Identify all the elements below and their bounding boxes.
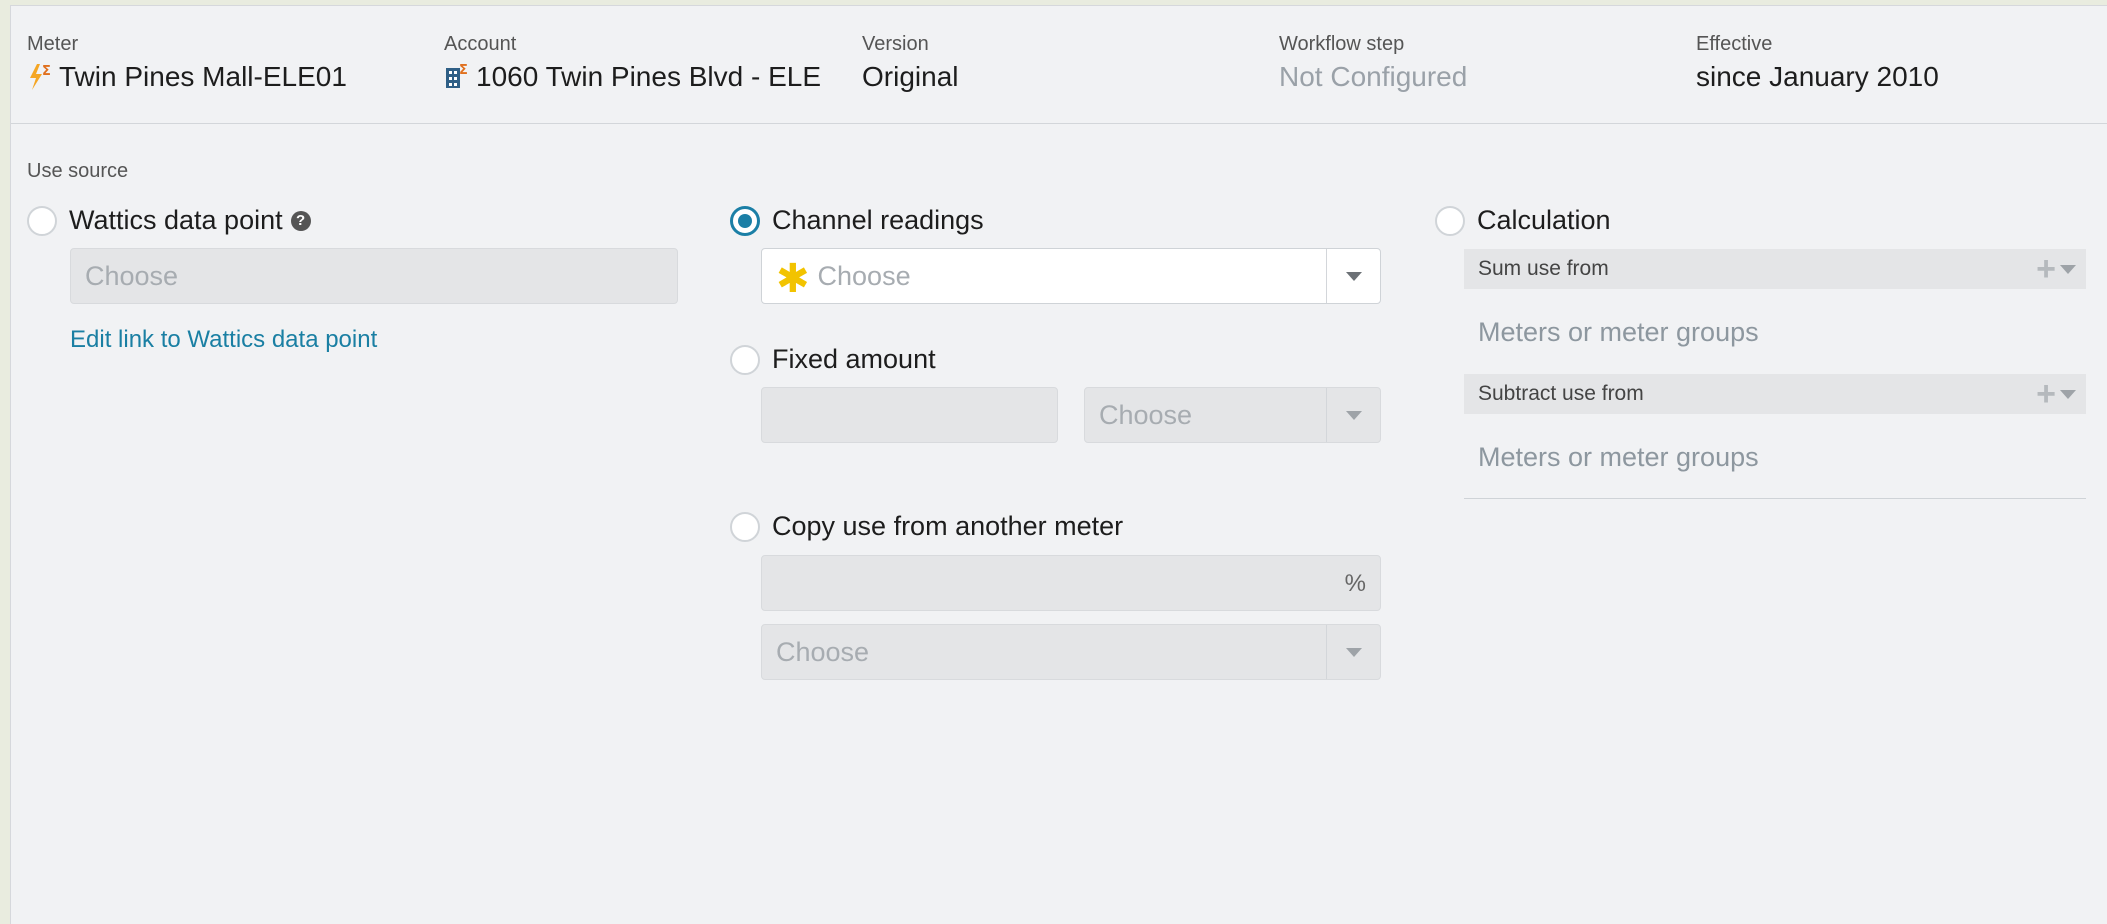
calculation-divider: [1464, 498, 2086, 499]
subtract-use-placeholder[interactable]: Meters or meter groups: [1478, 442, 1759, 473]
workflow-value: Not Configured: [1279, 61, 1468, 92]
wattics-radio[interactable]: [27, 205, 57, 236]
subtract-use-header: Subtract use from +: [1464, 374, 2086, 414]
fixed-amount-input[interactable]: [761, 387, 1058, 443]
copy-use-radio[interactable]: [730, 511, 760, 542]
wattics-placeholder: Choose: [85, 260, 179, 291]
channel-select[interactable]: ✱ Choose: [761, 248, 1381, 304]
subtract-use-title: Subtract use from: [1478, 382, 1644, 405]
chevron-down-icon[interactable]: [2060, 389, 2076, 399]
calculation-option[interactable]: Calculation: [1435, 205, 1611, 236]
effective-value: since January 2010: [1696, 61, 1939, 92]
effective-label: Effective: [1696, 33, 1773, 55]
sum-add-menu[interactable]: +: [2036, 252, 2076, 286]
copy-meter-select[interactable]: Choose: [761, 624, 1381, 680]
channel-readings-option[interactable]: Channel readings: [730, 205, 984, 236]
channel-readings-label: Channel readings: [772, 205, 984, 235]
meter-summary-header: Meter Σ Twin Pines Mall-ELE01 Account Σ: [11, 6, 2107, 124]
account-label: Account: [444, 33, 517, 55]
chevron-down-icon[interactable]: [2060, 264, 2076, 274]
fixed-amount-label: Fixed amount: [772, 344, 936, 374]
copy-use-label: Copy use from another meter: [772, 511, 1124, 541]
fixed-amount-option[interactable]: Fixed amount: [730, 344, 936, 375]
asterisk-icon: ✱: [776, 257, 810, 301]
copy-meter-dropdown-button[interactable]: [1326, 625, 1380, 679]
account-name[interactable]: 1060 Twin Pines Blvd - ELE: [476, 60, 821, 94]
meter-label: Meter: [27, 33, 79, 55]
workflow-label: Workflow step: [1279, 33, 1405, 55]
wattics-label: Wattics data point: [69, 205, 283, 235]
account-column: Account Σ 1060 Twin Pines Blvd - ELE: [444, 32, 821, 94]
meter-use-source-panel: Meter Σ Twin Pines Mall-ELE01 Account Σ: [10, 5, 2107, 924]
sum-use-title: Sum use from: [1478, 257, 1609, 280]
version-label: Version: [862, 33, 929, 55]
electric-meter-calc-icon: Σ: [30, 64, 51, 90]
chevron-down-icon: [1345, 410, 1362, 420]
sum-use-placeholder[interactable]: Meters or meter groups: [1478, 317, 1759, 348]
edit-wattics-link[interactable]: Edit link to Wattics data point: [70, 326, 377, 354]
subtract-add-menu[interactable]: +: [2036, 377, 2076, 411]
chevron-down-icon: [1345, 647, 1362, 657]
copy-use-option[interactable]: Copy use from another meter: [730, 511, 1123, 542]
svg-text:Σ: Σ: [42, 64, 51, 79]
svg-text:Σ: Σ: [459, 63, 468, 78]
plus-icon[interactable]: +: [2036, 377, 2056, 411]
fixed-amount-radio[interactable]: [730, 344, 760, 375]
copy-meter-placeholder: Choose: [776, 636, 870, 667]
fixed-unit-placeholder: Choose: [1099, 399, 1193, 430]
sum-use-header: Sum use from +: [1464, 249, 2086, 289]
channel-placeholder: Choose: [817, 260, 911, 291]
copy-percent-input[interactable]: %: [761, 555, 1381, 611]
wattics-option[interactable]: Wattics data point ?: [27, 205, 311, 236]
percent-suffix: %: [1344, 570, 1366, 597]
unit-dropdown-button[interactable]: [1326, 388, 1380, 442]
calculation-label: Calculation: [1477, 205, 1611, 235]
meter-column: Meter Σ Twin Pines Mall-ELE01: [27, 32, 347, 94]
wattics-data-point-input[interactable]: Choose: [70, 248, 678, 304]
effective-column: Effective since January 2010: [1696, 32, 1939, 94]
plus-icon[interactable]: +: [2036, 252, 2056, 286]
use-source-label: Use source: [27, 160, 129, 182]
account-building-calc-icon: Σ: [446, 63, 468, 88]
version-column: Version Original: [862, 32, 958, 94]
channel-readings-radio[interactable]: [730, 205, 760, 236]
channel-dropdown-button[interactable]: [1326, 249, 1380, 303]
fixed-amount-unit-select[interactable]: Choose: [1084, 387, 1381, 443]
calculation-radio[interactable]: [1435, 205, 1465, 236]
workflow-column: Workflow step Not Configured: [1279, 32, 1467, 94]
chevron-down-icon: [1345, 271, 1362, 281]
meter-name[interactable]: Twin Pines Mall-ELE01: [59, 60, 347, 94]
version-value: Original: [862, 61, 959, 92]
help-circle-icon[interactable]: ?: [290, 210, 311, 231]
